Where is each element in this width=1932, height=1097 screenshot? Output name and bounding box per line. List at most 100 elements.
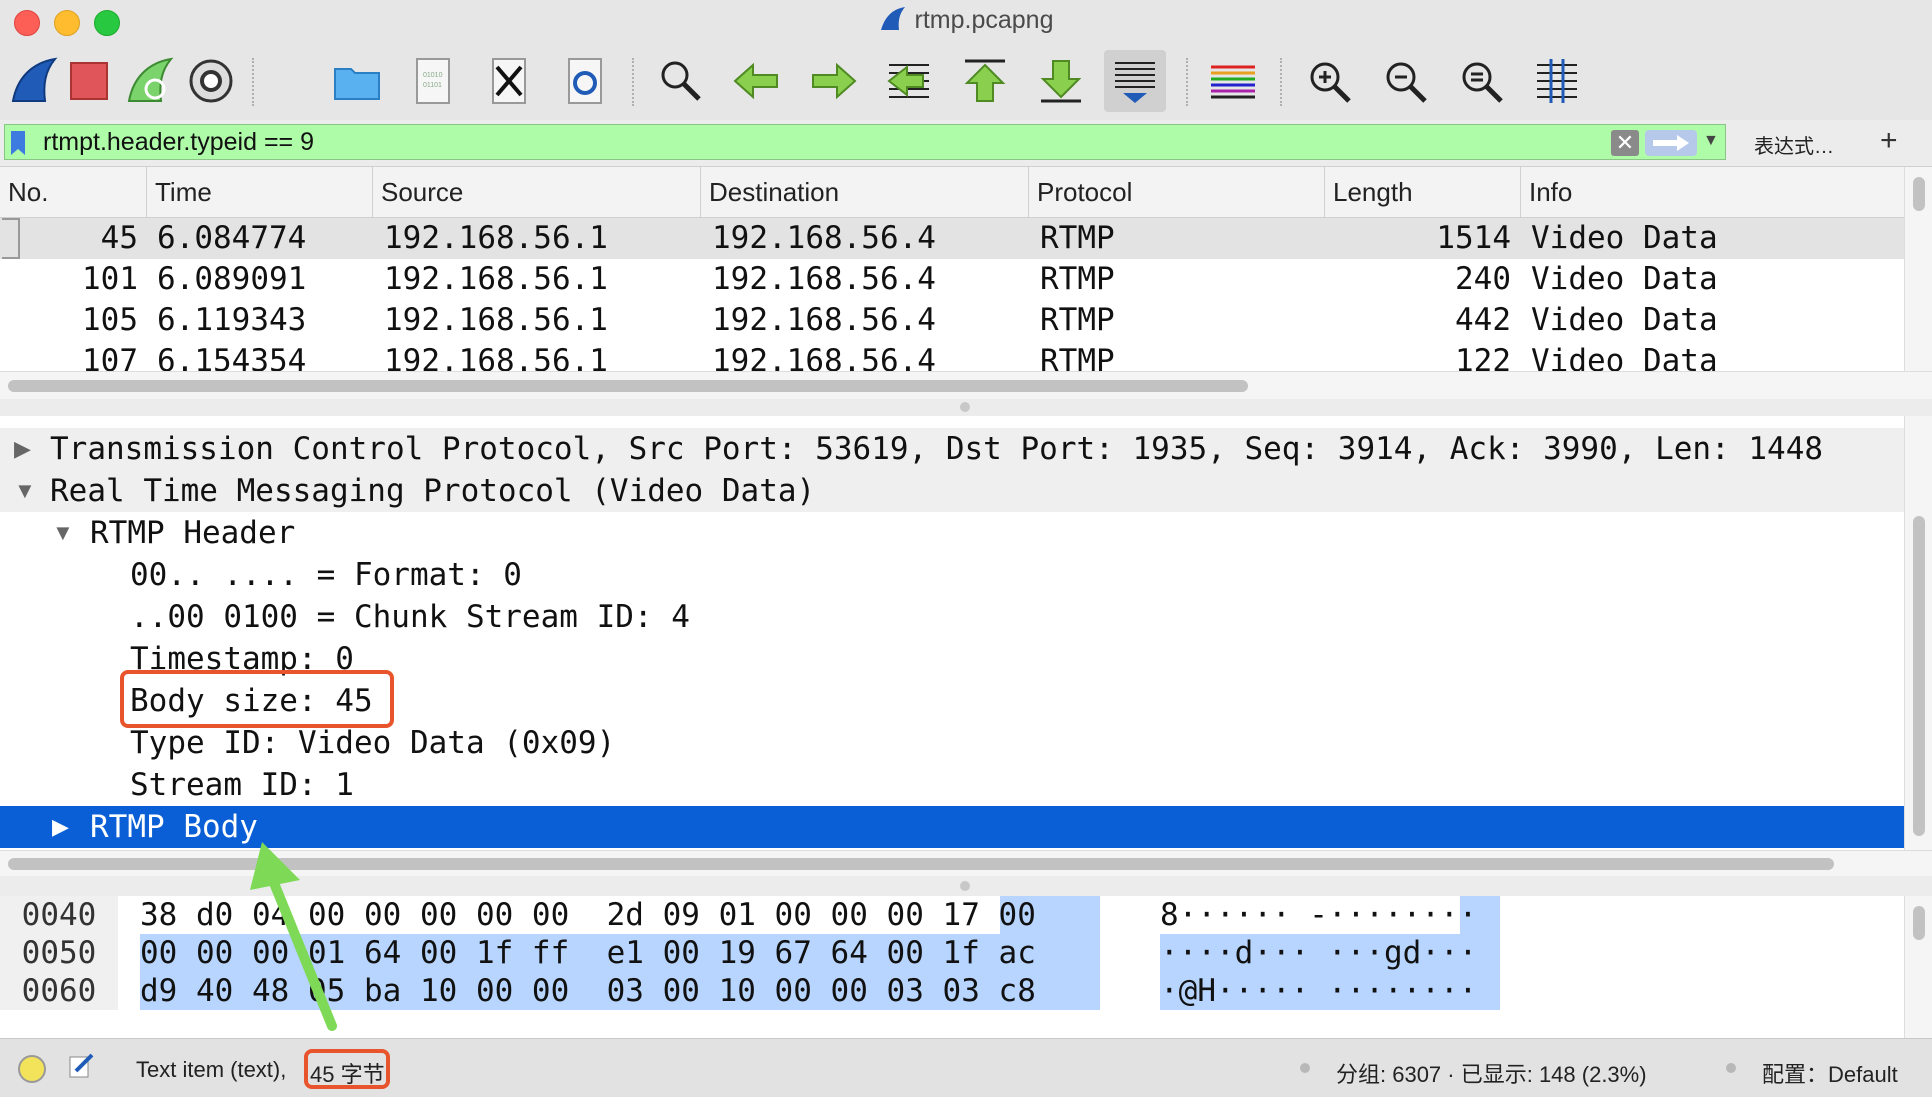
start-capture-icon[interactable] <box>4 50 66 112</box>
status-packets-text: 分组: 6307 · 已显示: 148 (2.3%) <box>1336 1062 1647 1087</box>
add-filter-button[interactable]: + <box>1880 124 1898 158</box>
packet-length: 240 <box>1455 261 1511 297</box>
expert-info-icon[interactable] <box>18 1055 46 1083</box>
capture-options-icon[interactable] <box>180 50 242 112</box>
packet-list-horizontal-scrollbar[interactable] <box>0 371 1932 400</box>
packet-source: 192.168.56.1 <box>384 261 608 297</box>
column-header-source[interactable]: Source <box>373 167 701 217</box>
zoom-reset-icon[interactable] <box>1450 50 1512 112</box>
resize-columns-icon[interactable] <box>1526 50 1588 112</box>
tree-item-chunk-stream-id[interactable]: ..00 0100 = Chunk Stream ID: 4 <box>0 596 1904 638</box>
main-toolbar: 01010 01101 <box>0 44 1932 121</box>
packet-time: 6.154354 <box>157 343 307 371</box>
title-bar: rtmp.pcapng <box>0 0 1932 44</box>
bytes-vertical-scrollbar[interactable] <box>1904 896 1932 1038</box>
packet-destination: 192.168.56.4 <box>712 302 936 338</box>
svg-text:01101: 01101 <box>423 82 442 89</box>
column-header-length[interactable]: Length <box>1325 167 1521 217</box>
reload-file-icon[interactable] <box>554 50 616 112</box>
byte-offset: 0060 <box>0 972 118 1010</box>
go-forward-icon[interactable] <box>802 50 864 112</box>
bookmark-icon[interactable] <box>9 130 27 156</box>
expression-button[interactable]: 表达式… <box>1754 130 1834 159</box>
go-last-icon[interactable] <box>1030 50 1092 112</box>
tree-item-type-id[interactable]: Type ID: Video Data (0x09) <box>0 722 1904 764</box>
expand-arrow-icon[interactable]: ▶ <box>14 428 31 470</box>
tree-item-format[interactable]: 00.. .... = Format: 0 <box>0 554 1904 596</box>
hex-bytes[interactable]: 38 d0 04 00 00 00 00 00 2d 09 01 00 00 0… <box>140 896 1036 934</box>
status-separator-dot <box>1300 1063 1310 1073</box>
tree-item-tcp[interactable]: ▶ Transmission Control Protocol, Src Por… <box>0 428 1904 470</box>
packet-time: 6.084774 <box>157 220 307 256</box>
packet-length: 122 <box>1455 343 1511 371</box>
capture-comment-icon[interactable] <box>66 1051 96 1081</box>
go-to-packet-icon[interactable] <box>878 50 940 112</box>
packet-row[interactable]: 101 6.089091 192.168.56.1 192.168.56.4 R… <box>0 259 1904 300</box>
close-file-icon[interactable] <box>478 50 540 112</box>
packet-length: 1514 <box>1436 220 1511 256</box>
byte-offset: 0050 <box>0 934 118 972</box>
zoom-out-icon[interactable] <box>1374 50 1436 112</box>
status-profile-text[interactable]: 配置：Default <box>1762 1057 1898 1089</box>
pane-splitter[interactable] <box>0 399 1932 416</box>
tree-item-label: RTMP Header <box>90 515 296 551</box>
collapse-arrow-icon[interactable]: ▼ <box>14 470 36 512</box>
restart-capture-icon[interactable] <box>120 50 182 112</box>
autoscroll-icon[interactable] <box>1104 50 1166 112</box>
clear-filter-icon[interactable]: ✕ <box>1611 130 1639 156</box>
byte-offset: 0040 <box>0 896 118 934</box>
go-first-icon[interactable] <box>954 50 1016 112</box>
tree-item-label: Type ID: Video Data (0x09) <box>130 725 616 761</box>
display-filter-box: ✕ ▼ <box>4 124 1726 160</box>
column-header-info[interactable]: Info <box>1521 167 1904 217</box>
display-filter-input[interactable] <box>43 127 1603 157</box>
expand-arrow-icon[interactable]: ▶ <box>52 806 69 848</box>
ascii-bytes[interactable]: 8······ -········ <box>1160 896 1477 934</box>
column-header-protocol[interactable]: Protocol <box>1029 167 1325 217</box>
tree-item-stream-id[interactable]: Stream ID: 1 <box>0 764 1904 806</box>
tree-item-label: RTMP Body <box>90 809 258 845</box>
hex-bytes[interactable]: d9 40 48 05 ba 10 00 00 03 00 10 00 00 0… <box>140 972 1036 1010</box>
window-title: rtmp.pcapng <box>0 6 1932 35</box>
packet-list-vertical-scrollbar[interactable] <box>1904 167 1932 399</box>
tree-item-rtmp-body[interactable]: ▶ RTMP Body <box>0 806 1904 848</box>
save-file-icon[interactable]: 01010 01101 <box>402 50 464 112</box>
filter-history-dropdown[interactable]: ▼ <box>1703 132 1719 150</box>
collapse-arrow-icon[interactable]: ▼ <box>52 512 74 554</box>
tree-item-label: 00.. .... = Format: 0 <box>130 557 522 593</box>
ascii-bytes[interactable]: ····d··· ···gd··· <box>1160 934 1477 972</box>
colorize-icon[interactable] <box>1202 50 1264 112</box>
packet-row[interactable]: 107 6.154354 192.168.56.1 192.168.56.4 R… <box>0 341 1904 371</box>
details-horizontal-scrollbar[interactable] <box>0 850 1932 877</box>
packet-bytes: 0040 0050 0060 38 d0 04 00 00 00 00 00 2… <box>0 896 1904 1038</box>
packet-time: 6.119343 <box>157 302 307 338</box>
go-back-icon[interactable] <box>726 50 788 112</box>
bytes-highlight-box <box>304 1049 390 1089</box>
ascii-bytes[interactable]: ·@H····· ········ <box>1160 972 1477 1010</box>
packet-length: 442 <box>1455 302 1511 338</box>
packet-info: Video Data <box>1531 261 1718 297</box>
open-file-icon[interactable] <box>326 50 388 112</box>
details-vertical-scrollbar[interactable] <box>1904 416 1932 850</box>
stop-capture-icon[interactable] <box>58 50 120 112</box>
selected-packet-marker <box>2 218 20 259</box>
column-header-time[interactable]: Time <box>147 167 373 217</box>
status-separator-dot <box>1726 1063 1736 1073</box>
pane-splitter[interactable] <box>0 876 1932 896</box>
tree-item-rtmp-header[interactable]: ▼ RTMP Header <box>0 512 1904 554</box>
tree-item-label: ..00 0100 = Chunk Stream ID: 4 <box>130 599 690 635</box>
packet-row[interactable]: 105 6.119343 192.168.56.1 192.168.56.4 R… <box>0 300 1904 341</box>
packet-no: 107 <box>82 343 138 371</box>
packet-protocol: RTMP <box>1040 343 1115 371</box>
packet-row[interactable]: 45 6.084774 192.168.56.1 192.168.56.4 RT… <box>0 218 1904 259</box>
hex-bytes[interactable]: 00 00 00 01 64 00 1f ff e1 00 19 67 64 0… <box>140 934 1036 972</box>
column-header-no[interactable]: No. <box>0 167 147 217</box>
packet-source: 192.168.56.1 <box>384 302 608 338</box>
tree-item-rtmp[interactable]: ▼ Real Time Messaging Protocol (Video Da… <box>0 470 1904 512</box>
apply-filter-icon[interactable] <box>1645 130 1697 156</box>
find-packet-icon[interactable] <box>650 50 712 112</box>
zoom-in-icon[interactable] <box>1298 50 1360 112</box>
column-header-destination[interactable]: Destination <box>701 167 1029 217</box>
packet-info: Video Data <box>1531 343 1718 371</box>
packet-time: 6.089091 <box>157 261 307 297</box>
